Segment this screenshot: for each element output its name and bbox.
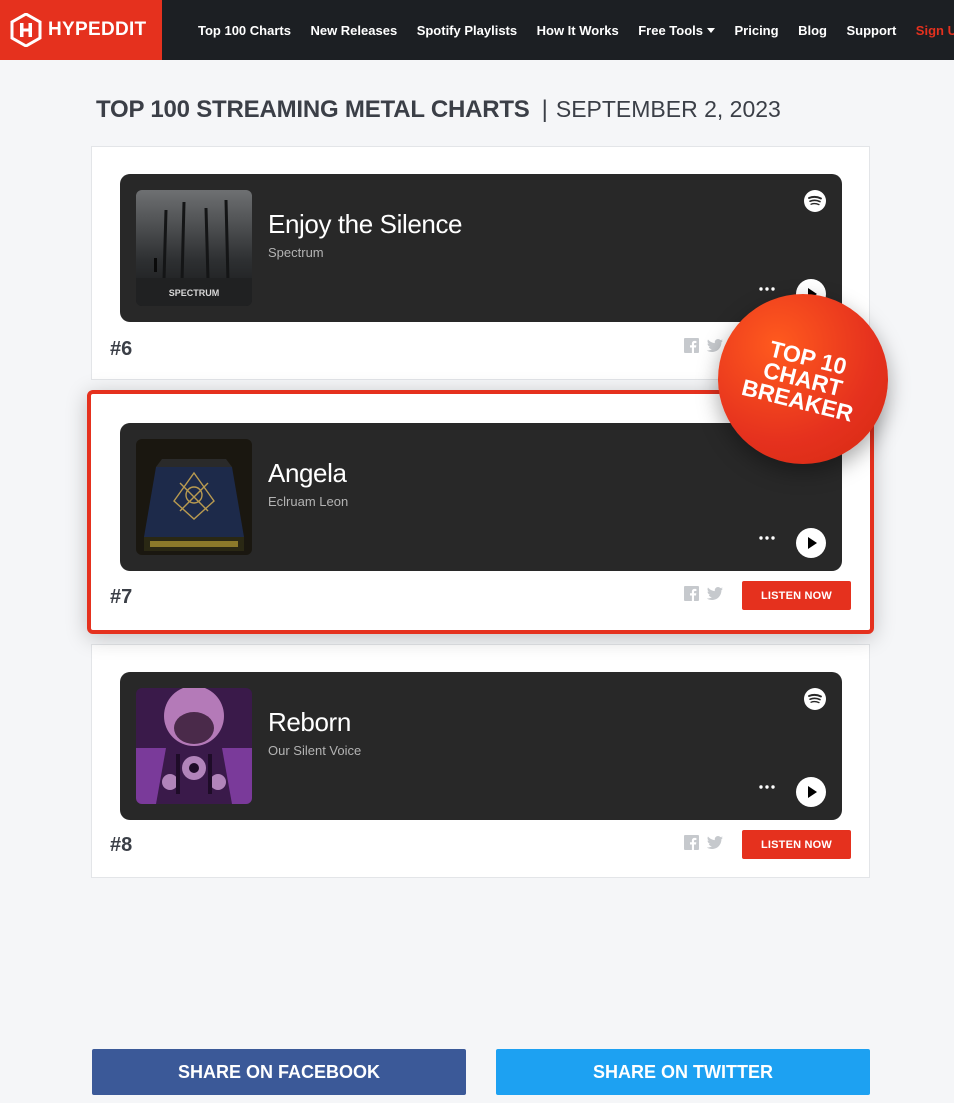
nav-how-it-works[interactable]: How It Works xyxy=(537,23,619,38)
hypeddit-logo[interactable]: HYPEDDIT xyxy=(0,0,162,60)
twitter-icon[interactable] xyxy=(707,836,723,850)
chart-rank: #6 xyxy=(110,338,133,360)
facebook-icon[interactable] xyxy=(684,835,699,850)
navbar: HYPEDDIT Top 100 Charts New Releases Spo… xyxy=(0,0,954,60)
nav-top-100-charts[interactable]: Top 100 Charts xyxy=(198,23,291,38)
nav-new-releases[interactable]: New Releases xyxy=(310,23,397,38)
album-art xyxy=(136,439,252,555)
nav-pricing[interactable]: Pricing xyxy=(735,23,779,38)
chart-entry: Reborn Our Silent Voice #8 LISTEN NOW xyxy=(91,644,870,878)
album-art-image xyxy=(136,688,252,804)
track-title: Angela xyxy=(268,458,347,488)
chart-title: TOP 100 STREAMING METAL CHARTS xyxy=(96,96,530,123)
track-artist[interactable]: Eclruam Leon xyxy=(268,494,348,509)
share-on-twitter-button[interactable]: SHARE ON TWITTER xyxy=(496,1049,870,1095)
track-artist[interactable]: Our Silent Voice xyxy=(268,743,361,758)
brand-name: HYPEDDIT xyxy=(48,19,147,40)
chart-date: SEPTEMBER 2, 2023 xyxy=(555,96,781,122)
nav-support[interactable]: Support xyxy=(846,23,896,38)
album-art-image: SPECTRUM xyxy=(136,190,252,306)
spotify-embed-player[interactable]: Reborn Our Silent Voice xyxy=(120,672,842,820)
spotify-embed-player[interactable]: SPECTRUM Enjoy the Silence Spectrum xyxy=(120,174,842,322)
title-separator: | xyxy=(541,96,548,123)
badge-text: TOP 10 CHART BREAKER xyxy=(739,333,866,427)
facebook-icon[interactable] xyxy=(684,338,699,353)
twitter-icon[interactable] xyxy=(707,587,723,601)
page-title: TOP 100 STREAMING METAL CHARTS | SEPTEMB… xyxy=(96,96,781,124)
nav-free-tools-label: Free Tools xyxy=(638,22,703,38)
track-title: Enjoy the Silence xyxy=(268,209,463,239)
share-on-facebook-button[interactable]: SHARE ON FACEBOOK xyxy=(92,1049,466,1095)
caret-down-icon xyxy=(707,27,715,33)
twitter-icon[interactable] xyxy=(707,339,723,353)
nav-blog[interactable]: Blog xyxy=(798,23,827,38)
svg-text:SPECTRUM: SPECTRUM xyxy=(169,288,220,298)
album-art: SPECTRUM xyxy=(136,190,252,306)
play-icon[interactable] xyxy=(796,777,826,807)
spotify-embed-player[interactable]: Angela Eclruam Leon xyxy=(120,423,842,571)
nav-spotify-playlists[interactable]: Spotify Playlists xyxy=(417,23,517,38)
top-10-chart-breaker-badge: TOP 10 CHART BREAKER xyxy=(718,294,888,464)
hypeddit-logo-icon xyxy=(10,13,42,47)
listen-now-button[interactable]: LISTEN NOW xyxy=(742,830,851,859)
chart-rank: #8 xyxy=(110,834,133,856)
nav-free-tools[interactable]: Free Tools xyxy=(638,23,715,38)
track-title: Reborn xyxy=(268,707,351,737)
more-icon[interactable] xyxy=(758,784,776,790)
chart-rank: #7 xyxy=(110,586,133,608)
spotify-icon[interactable] xyxy=(804,190,826,212)
album-art-image xyxy=(136,439,252,555)
listen-now-button[interactable]: LISTEN NOW xyxy=(742,581,851,610)
spotify-icon[interactable] xyxy=(804,688,826,710)
more-icon[interactable] xyxy=(758,286,776,292)
play-icon[interactable] xyxy=(796,528,826,558)
track-artist[interactable]: Spectrum xyxy=(268,245,324,260)
nav-sign-up[interactable]: Sign Up xyxy=(916,23,954,38)
album-art xyxy=(136,688,252,804)
facebook-icon[interactable] xyxy=(684,586,699,601)
main-nav: Top 100 Charts New Releases Spotify Play… xyxy=(198,0,954,60)
more-icon[interactable] xyxy=(758,535,776,541)
